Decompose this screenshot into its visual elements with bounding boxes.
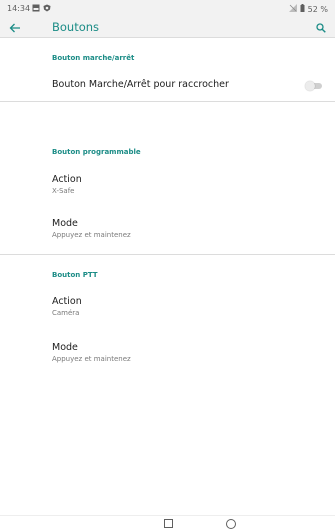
image-icon: [32, 4, 40, 14]
pref-programmable-mode[interactable]: Mode Appuyez et maintenez: [0, 212, 335, 244]
pref-title: Mode: [52, 342, 78, 353]
hangup-toggle[interactable]: [305, 81, 323, 91]
page-title: Boutons: [52, 20, 100, 34]
home-button[interactable]: [226, 519, 236, 529]
pref-title: Mode: [52, 218, 78, 229]
section-divider: [0, 101, 335, 102]
section-header-power: Bouton marche/arrêt: [52, 54, 135, 62]
pref-programmable-action[interactable]: Action X-Safe: [0, 168, 335, 200]
pref-ptt-action[interactable]: Action Caméra: [0, 290, 335, 322]
battery-icon: [300, 4, 305, 14]
navigation-bar: [0, 515, 335, 531]
app-bar: Boutons: [0, 16, 335, 37]
app-bar-divider: [0, 37, 335, 38]
status-bar: 14:34 52 %: [0, 0, 335, 16]
status-right: 52 %: [288, 4, 328, 14]
shield-icon: [43, 4, 51, 14]
section-header-programmable: Bouton programmable: [52, 148, 141, 156]
pref-summary: Appuyez et maintenez: [52, 355, 131, 363]
pref-summary: Caméra: [52, 309, 80, 317]
section-header-ptt: Bouton PTT: [52, 271, 98, 279]
pref-title: Action: [52, 174, 82, 185]
pref-title: Action: [52, 296, 82, 307]
battery-percent: 52 %: [307, 4, 328, 14]
toggle-thumb: [305, 81, 315, 91]
pref-ptt-mode[interactable]: Mode Appuyez et maintenez: [0, 336, 335, 368]
pref-summary: Appuyez et maintenez: [52, 231, 131, 239]
section-divider: [0, 254, 335, 255]
arrow-left-icon: [9, 18, 21, 37]
recents-button[interactable]: [164, 519, 173, 528]
signal-off-icon: [288, 4, 297, 14]
back-button[interactable]: [6, 18, 24, 36]
pref-power-hangup[interactable]: Bouton Marche/Arrêt pour raccrocher: [0, 73, 335, 99]
status-time: 14:34: [7, 4, 31, 13]
search-icon: [316, 18, 326, 37]
search-button[interactable]: [312, 18, 330, 36]
pref-summary: X-Safe: [52, 187, 75, 195]
pref-title: Bouton Marche/Arrêt pour raccrocher: [52, 79, 229, 90]
